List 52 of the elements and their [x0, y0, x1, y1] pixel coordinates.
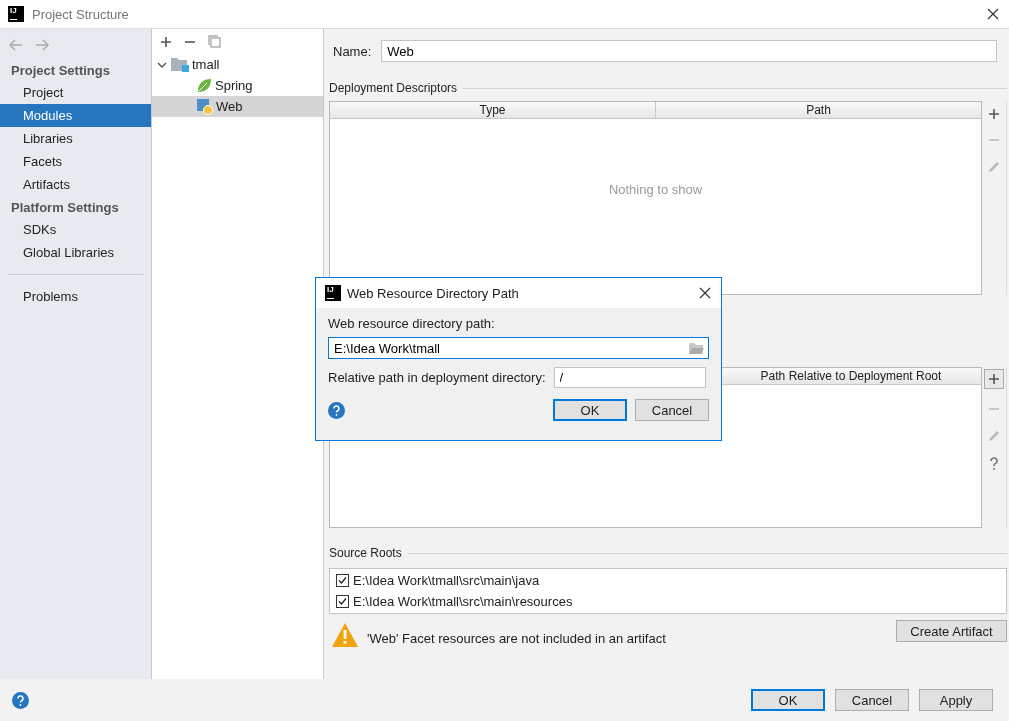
sidebar-item[interactable]: Artifacts: [0, 173, 151, 196]
section-heading: Project Settings: [10, 62, 111, 80]
dialog-button[interactable]: OK: [751, 689, 825, 711]
close-icon[interactable]: [699, 287, 711, 299]
column-header[interactable]: Path Relative to Deployment Root: [721, 368, 981, 384]
dialog-button[interactable]: OK: [553, 399, 627, 421]
sidebar-item[interactable]: Global Libraries: [0, 241, 151, 264]
column-header[interactable]: Path: [655, 102, 981, 118]
add-icon[interactable]: [988, 108, 1000, 120]
close-icon[interactable]: [987, 8, 999, 20]
tree-item[interactable]: tmall: [192, 57, 220, 72]
dialog-title: Web Resource Directory Path: [347, 285, 520, 301]
sidebar-item[interactable]: Problems: [0, 285, 151, 308]
help-icon[interactable]: [989, 457, 999, 471]
add-icon[interactable]: [160, 35, 172, 48]
source-root-path: E:\Idea Work\tmall\src\main\java: [353, 573, 540, 588]
section-heading: Platform Settings: [10, 199, 120, 217]
dialog-button[interactable]: Cancel: [835, 689, 909, 711]
web-module-icon: [197, 98, 213, 115]
name-label: Name:: [333, 43, 372, 59]
checkbox[interactable]: [336, 595, 349, 608]
name-field[interactable]: Web: [381, 40, 997, 62]
relative-path-field[interactable]: /: [553, 367, 706, 388]
app-logo: IJ: [325, 285, 341, 301]
sidebar-item[interactable]: Project: [0, 81, 151, 104]
tree-item[interactable]: Spring: [215, 78, 253, 93]
section-title: Deployment Descriptors: [329, 81, 458, 95]
warning-text: 'Web' Facet resources are not included in an artifact: [367, 630, 667, 646]
dialog-button[interactable]: Apply: [919, 689, 993, 711]
source-root-path: E:\Idea Work\tmall\src\main\resources: [353, 594, 573, 609]
app-logo: IJ: [8, 6, 24, 22]
path-field[interactable]: E:\Idea Work\tmall: [328, 337, 709, 359]
field-label: Relative path in deployment directory:: [328, 370, 546, 385]
empty-message: Nothing to show: [608, 182, 703, 197]
checkbox[interactable]: [336, 574, 349, 587]
warning-icon: [331, 622, 359, 648]
sidebar-item[interactable]: Modules: [0, 104, 151, 127]
window-title: Project Structure: [32, 6, 130, 22]
field-label: Web resource directory path:: [328, 316, 496, 331]
section-title: Source Roots: [329, 546, 402, 560]
folder-icon: [171, 57, 189, 72]
sidebar-item[interactable]: Libraries: [0, 127, 151, 150]
column-header[interactable]: Type: [330, 102, 655, 118]
help-icon[interactable]: [12, 691, 29, 709]
create-artifact-button[interactable]: Create Artifact: [896, 620, 1007, 642]
leaf-icon: [197, 78, 212, 93]
help-icon[interactable]: [328, 401, 345, 419]
add-icon[interactable]: [988, 373, 1000, 385]
sidebar-item[interactable]: SDKs: [0, 218, 151, 241]
tree-item[interactable]: Web: [216, 99, 243, 114]
dialog-button[interactable]: Cancel: [635, 399, 709, 421]
sidebar-item[interactable]: Facets: [0, 150, 151, 173]
